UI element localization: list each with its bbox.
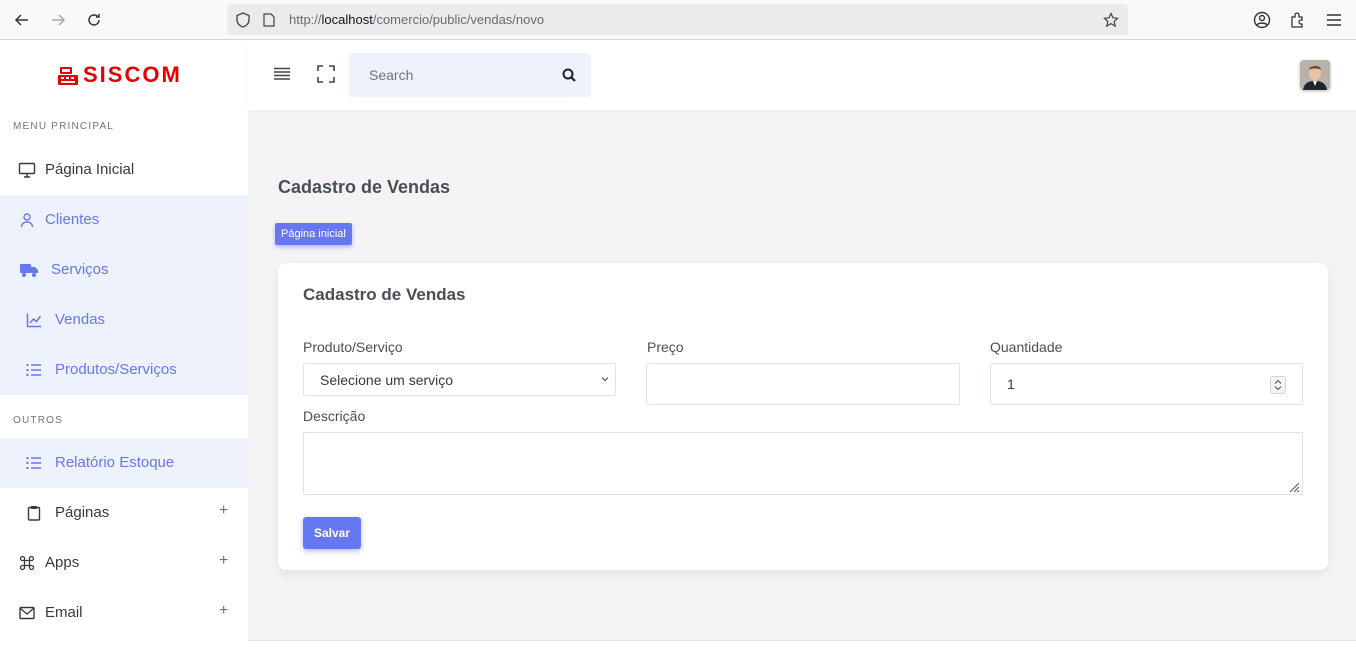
sidebar-item-email[interactable]: Email + xyxy=(0,588,248,638)
resize-handle-icon[interactable] xyxy=(1288,480,1300,493)
back-arrow-icon[interactable] xyxy=(10,8,34,32)
brand-logo[interactable]: SISCOM xyxy=(56,62,182,88)
quantity-stepper[interactable]: 1 xyxy=(990,363,1303,405)
avatar[interactable] xyxy=(1300,60,1330,90)
search-input[interactable] xyxy=(349,53,549,97)
page-title: Cadastro de Vendas xyxy=(278,177,451,197)
user-icon xyxy=(17,210,37,230)
expand-plus-icon[interactable]: + xyxy=(219,552,228,570)
sidebar-item-label: Produtos/Serviços xyxy=(55,361,177,378)
bookmark-star-icon[interactable] xyxy=(1101,10,1121,30)
truck-icon xyxy=(19,260,39,280)
command-icon xyxy=(17,553,37,573)
breadcrumb-home-link[interactable]: Página inicial xyxy=(275,223,352,245)
mail-icon xyxy=(17,603,37,623)
product-label: Produto/Serviço xyxy=(303,339,403,355)
quantity-label: Quantidade xyxy=(990,339,1063,355)
form-title: Cadastro de Vendas xyxy=(303,285,466,304)
sidebar-item-servicos[interactable]: Serviços xyxy=(0,245,248,295)
sidebar-item-paginas[interactable]: Páginas + xyxy=(0,488,248,538)
sidebar-item-label: Clientes xyxy=(45,211,100,228)
browser-menu-icon[interactable] xyxy=(1322,8,1346,32)
list-icon xyxy=(24,360,44,380)
sidebar-item-label: Email xyxy=(45,604,83,621)
chart-line-icon xyxy=(24,310,44,330)
monitor-icon xyxy=(17,160,37,180)
sidebar-item-clientes[interactable]: Clientes xyxy=(0,195,248,245)
sidebar-item-label: Página Inicial xyxy=(45,161,135,178)
forward-arrow-icon[interactable] xyxy=(46,8,70,32)
sidebar-item-home[interactable]: Página Inicial xyxy=(0,145,248,195)
price-input[interactable] xyxy=(646,363,960,405)
sidebar-item-vendas[interactable]: Vendas xyxy=(0,295,248,345)
sidebar-item-relatorio-estoque[interactable]: Relatório Estoque xyxy=(0,438,248,488)
sidebar-item-label: Serviços xyxy=(51,261,109,278)
brand-name: SISCOM xyxy=(83,62,182,87)
spinner-arrows-icon[interactable] xyxy=(1270,376,1286,394)
list-icon xyxy=(24,453,44,473)
clipboard-icon xyxy=(24,503,44,523)
page-icon[interactable] xyxy=(259,10,279,30)
cash-register-icon xyxy=(58,67,78,85)
reload-icon[interactable] xyxy=(82,8,106,32)
sidebar-item-label: Apps xyxy=(45,554,80,571)
sales-form-card: Cadastro de Vendas Produto/Serviço Selec… xyxy=(278,263,1328,570)
price-label: Preço xyxy=(647,339,684,355)
hamburger-menu-icon[interactable] xyxy=(272,64,292,84)
sidebar-item-label: Páginas xyxy=(55,504,110,521)
fullscreen-icon[interactable] xyxy=(316,64,336,84)
sidebar-item-label: Relatório Estoque xyxy=(55,454,175,471)
browser-toolbar: http://localhost/comercio/public/vendas/… xyxy=(0,0,1356,40)
expand-plus-icon[interactable]: + xyxy=(219,502,228,520)
account-icon[interactable] xyxy=(1250,8,1274,32)
sidebar-item-apps[interactable]: Apps + xyxy=(0,538,248,588)
sidebar: SISCOM MENU PRINCIPAL Página Inicial Cli… xyxy=(0,40,248,649)
expand-plus-icon[interactable]: + xyxy=(219,602,228,620)
section-title-main: MENU PRINCIPAL xyxy=(13,121,115,132)
section-title-others: OUTROS xyxy=(13,415,63,426)
save-button[interactable]: Salvar xyxy=(303,517,361,549)
top-header xyxy=(248,40,1356,110)
search-box xyxy=(349,53,591,97)
url-text[interactable]: http://localhost/comercio/public/vendas/… xyxy=(289,12,544,27)
shield-icon[interactable] xyxy=(233,10,253,30)
product-select-value: Selecione um serviço xyxy=(320,371,454,388)
url-host: localhost xyxy=(321,12,373,27)
search-icon[interactable] xyxy=(559,65,579,85)
description-textarea[interactable] xyxy=(303,432,1303,495)
quantity-value: 1 xyxy=(1007,376,1015,392)
sidebar-item-produtos-servicos[interactable]: Produtos/Serviços xyxy=(0,345,248,395)
sidebar-item-label: Vendas xyxy=(55,311,106,328)
description-label: Descrição xyxy=(303,408,366,424)
user-avatar-icon xyxy=(1300,60,1330,90)
url-scheme: http:// xyxy=(289,12,322,27)
chevron-down-icon xyxy=(601,374,609,385)
product-select[interactable]: Selecione um serviço xyxy=(303,363,616,396)
extensions-icon[interactable] xyxy=(1286,8,1310,32)
footer xyxy=(248,641,1356,649)
address-bar[interactable]: http://localhost/comercio/public/vendas/… xyxy=(227,4,1128,35)
url-path: /comercio/public/vendas/novo xyxy=(372,12,545,27)
